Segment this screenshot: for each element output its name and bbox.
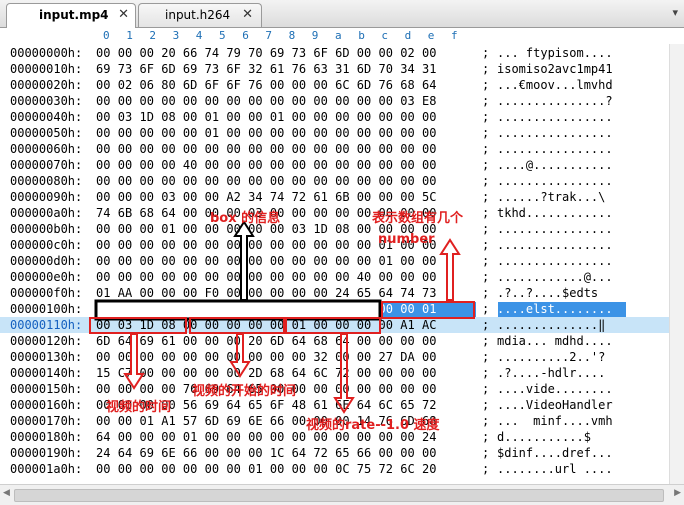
scroll-thumb[interactable] [14, 489, 664, 502]
annotation-array-count: 表示数组有几个 [372, 211, 464, 226]
video-time-arrow [123, 333, 145, 390]
video-rate-arrow [333, 333, 355, 414]
array-count-arrow [439, 238, 461, 301]
scroll-left-icon[interactable]: ◀ [3, 488, 10, 498]
box-header-black-box [94, 299, 382, 321]
array-count-red-box [381, 301, 475, 319]
scroll-right-icon[interactable]: ▶ [674, 488, 681, 498]
annotation-video-rate: 视频的rate--1.0 速度 [306, 418, 440, 433]
box-info-arrow [233, 220, 255, 301]
horizontal-scrollbar[interactable]: ◀ ▶ [0, 484, 684, 505]
vertical-scrollbar[interactable] [669, 44, 684, 485]
annotation-number: number [378, 232, 435, 247]
video-start-time-arrow [229, 333, 251, 378]
annotation-box-info: box 的信息 [210, 211, 281, 226]
annotation-video-time: 视频的时间 [106, 400, 172, 415]
annotation-video-start-time: 视频的开始的时间 [192, 384, 297, 399]
